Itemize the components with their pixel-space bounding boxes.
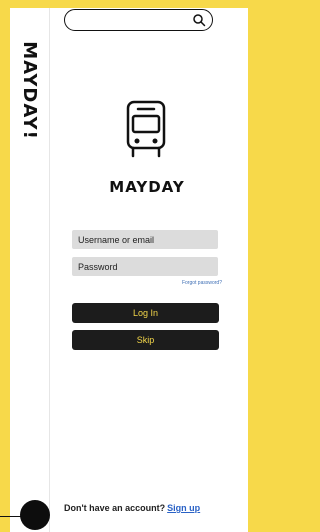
side-strip: MAYDAY!	[10, 8, 50, 532]
cursor-line	[0, 516, 22, 517]
side-logo: MAYDAY!	[12, 30, 46, 150]
touch-indicator	[20, 500, 50, 530]
search-bar[interactable]	[64, 9, 213, 31]
signup-link[interactable]: Sign up	[167, 503, 200, 513]
username-field[interactable]	[72, 230, 218, 249]
bus-icon	[126, 100, 166, 158]
password-field[interactable]	[72, 257, 218, 276]
brand-name: MAYDAY	[109, 178, 185, 196]
side-logo-text: MAYDAY!	[18, 40, 40, 140]
forgot-password-link[interactable]: Forgot password?	[150, 280, 222, 286]
signup-prompt: Don't have an account?	[64, 503, 166, 513]
search-icon[interactable]	[192, 13, 206, 27]
login-button[interactable]: Log In	[72, 303, 219, 323]
signup-row: Don't have an account? Sign up	[64, 503, 234, 517]
skip-button[interactable]: Skip	[72, 330, 219, 350]
